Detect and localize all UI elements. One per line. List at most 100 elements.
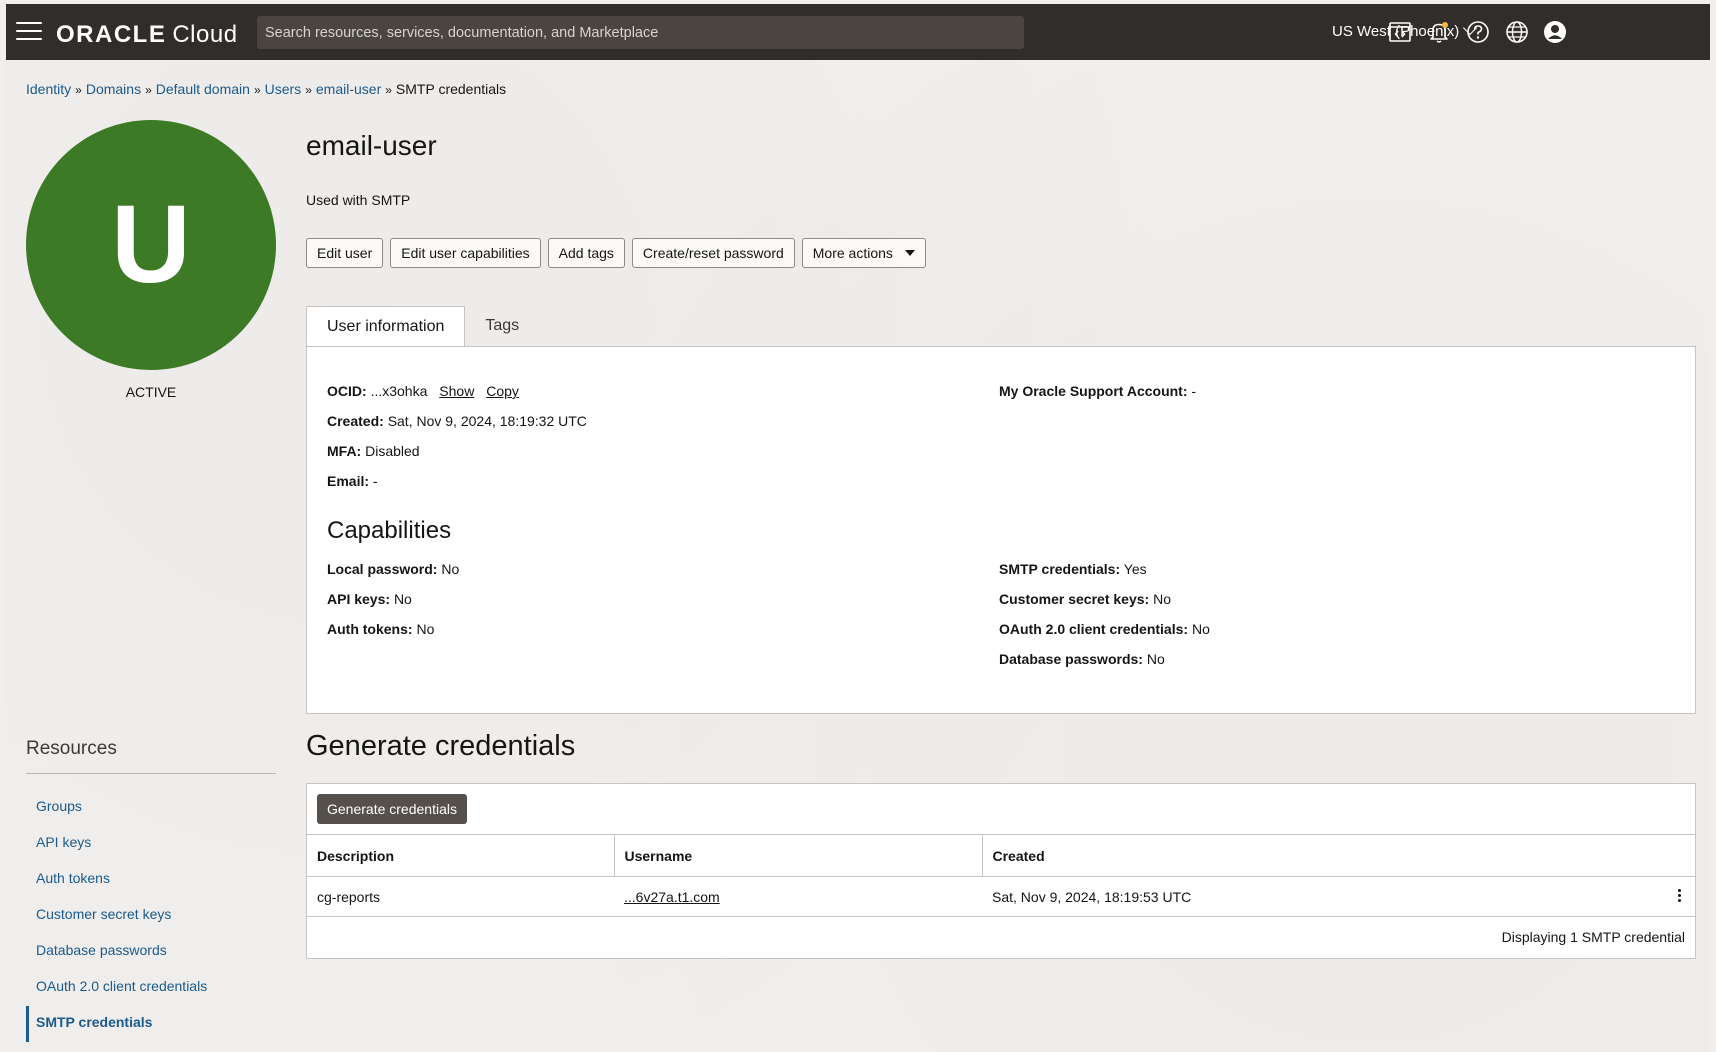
console-frame: ORACLECloud US West (Phoenix) xyxy=(6,4,1710,1052)
capability-value: No xyxy=(393,591,412,607)
user-profile-icon[interactable] xyxy=(1541,18,1569,46)
resource-item-auth-tokens[interactable]: Auth tokens xyxy=(26,862,276,898)
capability-value: No xyxy=(1191,621,1210,637)
logo-oracle-text: ORACLE xyxy=(56,21,167,48)
show-ocid-link[interactable]: Show xyxy=(439,383,474,399)
resources-list: Groups API keys Auth tokens Customer sec… xyxy=(26,790,276,1042)
help-icon[interactable] xyxy=(1464,18,1492,46)
page-title: email-user xyxy=(306,130,437,161)
column-header-description[interactable]: Description xyxy=(307,834,614,877)
local-password-capability: Local password: No xyxy=(327,561,459,577)
breadcrumb-users[interactable]: Users xyxy=(265,81,302,97)
breadcrumb-default-domain[interactable]: Default domain xyxy=(156,81,250,97)
column-header-created[interactable]: Created xyxy=(981,834,1695,877)
table-header-row: Description Username Created xyxy=(307,834,1695,877)
capability-value: No xyxy=(441,561,460,577)
api-keys-capability: API keys: No xyxy=(327,591,412,607)
create-reset-password-button[interactable]: Create/reset password xyxy=(631,238,795,268)
capability-value: No xyxy=(1146,651,1165,667)
username-link[interactable]: ...6v27a.t1.com xyxy=(624,889,720,905)
resource-link[interactable]: Groups xyxy=(36,798,82,814)
edit-user-button[interactable]: Edit user xyxy=(306,238,384,268)
breadcrumb-separator: » xyxy=(253,83,261,97)
breadcrumb-separator: » xyxy=(75,83,82,97)
column-header-username[interactable]: Username xyxy=(613,834,982,877)
cell-description: cg-reports xyxy=(307,876,614,917)
search-input[interactable] xyxy=(257,16,1024,49)
created-value: Sat, Nov 9, 2024, 18:19:32 UTC xyxy=(387,413,587,429)
resource-item-groups[interactable]: Groups xyxy=(26,790,276,826)
resource-link[interactable]: OAuth 2.0 client credentials xyxy=(36,978,207,994)
resource-item-oauth-client-credentials[interactable]: OAuth 2.0 client credentials xyxy=(26,970,276,1006)
capability-value: Yes xyxy=(1123,561,1147,577)
more-actions-button[interactable]: More actions xyxy=(801,238,926,268)
copy-ocid-link[interactable]: Copy xyxy=(486,383,519,399)
tab-tags[interactable]: Tags xyxy=(465,306,539,346)
breadcrumb-separator: » xyxy=(145,83,152,97)
edit-user-capabilities-button[interactable]: Edit user capabilities xyxy=(390,238,541,268)
resource-link[interactable]: SMTP credentials xyxy=(36,1014,152,1030)
resource-item-smtp-credentials[interactable]: SMTP credentials xyxy=(26,1006,276,1042)
mfa-label: MFA: xyxy=(327,443,362,459)
row-actions-kebab-icon[interactable] xyxy=(1671,887,1687,907)
oracle-cloud-logo[interactable]: ORACLE Cloud xyxy=(56,21,238,49)
resource-link[interactable]: Database passwords xyxy=(36,942,167,958)
tab-user-information[interactable]: User information xyxy=(306,306,466,347)
oauth-client-credentials-capability: OAuth 2.0 client credentials: No xyxy=(999,621,1210,637)
resource-item-api-keys[interactable]: API keys xyxy=(26,826,276,862)
support-account-value: - xyxy=(1191,383,1197,399)
smtp-credentials-panel: Generate credentials Description Usernam… xyxy=(306,783,1696,959)
resources-heading: Resources xyxy=(26,738,117,759)
top-navigation-bar: ORACLECloud US West (Phoenix) xyxy=(6,4,1710,60)
language-globe-icon[interactable] xyxy=(1503,18,1531,46)
user-description: Used with SMTP xyxy=(306,192,411,208)
breadcrumb: Identity» Domains» Default domain» Users» em… xyxy=(26,81,506,97)
user-avatar: U xyxy=(26,120,276,370)
mfa-value: Disabled xyxy=(365,443,420,459)
support-account-field: My Oracle Support Account: - xyxy=(999,383,1196,399)
ocid-value: ...x3ohka xyxy=(370,383,428,399)
action-toolbar: Edit user Edit user capabilities Add tag… xyxy=(306,238,926,268)
auth-tokens-capability: Auth tokens: No xyxy=(327,621,434,637)
database-passwords-capability: Database passwords: No xyxy=(999,651,1165,667)
menu-icon[interactable] xyxy=(16,22,42,42)
table-row: cg-reports ...6v27a.t1.com Sat, Nov 9, 2… xyxy=(307,876,1695,917)
capability-label: Auth tokens: xyxy=(327,621,413,637)
capabilities-heading: Capabilities xyxy=(327,517,452,544)
add-tags-button[interactable]: Add tags xyxy=(547,238,625,268)
capability-label: Customer secret keys: xyxy=(999,591,1150,607)
email-value: - xyxy=(372,473,378,489)
more-actions-label: More actions xyxy=(812,245,893,261)
notifications-bell-icon[interactable] xyxy=(1425,18,1453,46)
resource-link[interactable]: API keys xyxy=(36,834,91,850)
resource-link[interactable]: Auth tokens xyxy=(36,870,110,886)
cell-username: ...6v27a.t1.com xyxy=(614,876,982,917)
breadcrumb-email-user[interactable]: email-user xyxy=(316,81,381,97)
logo-cloud-text: Cloud xyxy=(172,21,238,48)
smtp-credentials-capability: SMTP credentials: Yes xyxy=(999,561,1147,577)
capability-label: SMTP credentials: xyxy=(999,561,1121,577)
support-account-label: My Oracle Support Account: xyxy=(999,383,1188,399)
email-label: Email: xyxy=(327,473,370,489)
user-status: ACTIVE xyxy=(125,384,177,400)
breadcrumb-identity[interactable]: Identity xyxy=(26,81,71,97)
cloud-shell-icon[interactable] xyxy=(1386,18,1414,46)
capability-value: No xyxy=(1153,591,1171,607)
breadcrumb-current: SMTP credentials xyxy=(395,81,507,97)
resource-item-database-passwords[interactable]: Database passwords xyxy=(26,934,276,970)
user-information-panel: OCID: ...x3ohka Show Copy Created: Sat, … xyxy=(306,346,1696,714)
cell-created: Sat, Nov 9, 2024, 18:19:53 UTC xyxy=(982,876,1695,917)
smtp-credentials-table: Description Username Created cg-reports … xyxy=(307,834,1695,917)
generate-credentials-button[interactable]: Generate credentials xyxy=(317,794,467,824)
capability-label: Database passwords: xyxy=(999,651,1143,667)
tab-bar: User information Tags xyxy=(306,306,539,347)
breadcrumb-separator: » xyxy=(305,83,312,97)
ocid-field: OCID: ...x3ohka Show Copy xyxy=(327,383,519,399)
resource-link[interactable]: Customer secret keys xyxy=(36,906,171,922)
generate-credentials-heading: Generate credentials xyxy=(306,730,576,762)
customer-secret-keys-capability: Customer secret keys: No xyxy=(999,591,1171,607)
capability-value: No xyxy=(416,621,435,637)
resource-item-customer-secret-keys[interactable]: Customer secret keys xyxy=(26,898,276,934)
resources-divider xyxy=(26,773,276,774)
breadcrumb-domains[interactable]: Domains xyxy=(86,81,141,97)
